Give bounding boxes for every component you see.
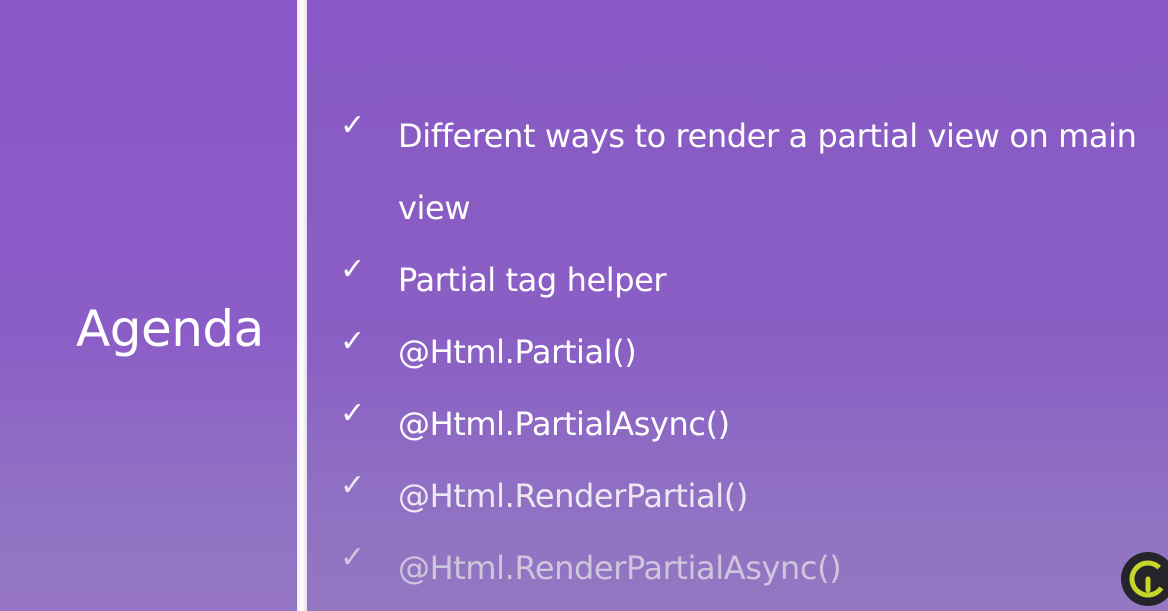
check-icon: ✓ [340, 108, 365, 143]
agenda-item-text: @Html.RenderPartial() [398, 477, 748, 515]
agenda-item: ✓ @Html.RenderPartial() [340, 460, 1160, 532]
agenda-item: ✓ Different ways to render a partial vie… [340, 100, 1160, 244]
check-icon: ✓ [340, 468, 365, 503]
vertical-divider [297, 0, 307, 611]
agenda-item-text: Different ways to render a partial view … [398, 117, 1137, 227]
logo-ring-icon [1129, 560, 1167, 598]
agenda-item: ✓ @Html.PartialAsync() [340, 388, 1160, 460]
channel-logo-icon[interactable] [1121, 552, 1168, 606]
agenda-item-text: Partial tag helper [398, 261, 667, 299]
check-icon: ✓ [340, 324, 365, 359]
check-icon: ✓ [340, 396, 365, 431]
agenda-item: ✓ @Html.Partial() [340, 316, 1160, 388]
agenda-item-text: @Html.PartialAsync() [398, 405, 730, 443]
agenda-item: ✓ @Html.RenderPartialAsync() [340, 532, 1160, 604]
agenda-item-text: @Html.Partial() [398, 333, 637, 371]
agenda-item: ✓ Partial tag helper [340, 244, 1160, 316]
agenda-list: ✓ Different ways to render a partial vie… [340, 100, 1160, 604]
agenda-item-text: @Html.RenderPartialAsync() [398, 549, 842, 587]
check-icon: ✓ [340, 252, 365, 287]
check-icon: ✓ [340, 540, 365, 575]
presentation-slide: Agenda ✓ Different ways to render a part… [0, 0, 1168, 611]
slide-title: Agenda [76, 300, 264, 358]
